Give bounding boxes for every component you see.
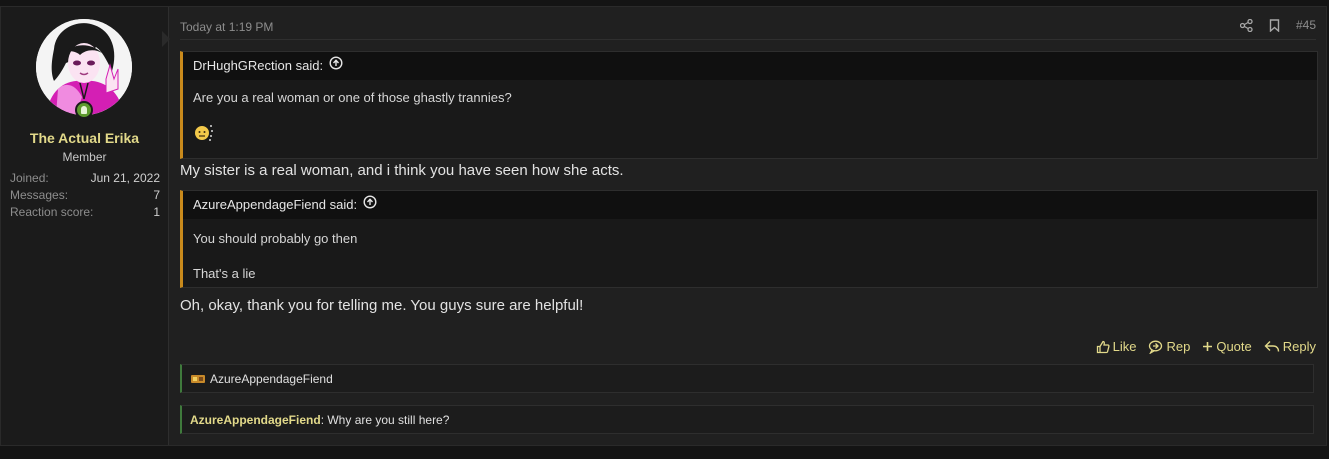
reaction-user-link[interactable]: AzureAppendageFiend [210, 372, 333, 386]
post-action-bar: Like Rep Quote Reply [1096, 339, 1316, 354]
post-container: The Actual Erika Member Joined: Jun 21, … [0, 6, 1327, 446]
quote-author[interactable]: AzureAppendageFiend said: [193, 191, 357, 219]
quote-label: Quote [1216, 339, 1252, 354]
like-button[interactable]: Like [1096, 339, 1137, 354]
ticket-reaction-icon [191, 374, 205, 383]
quote-text: Are you a real woman or one of those gha… [193, 90, 512, 105]
post-date-link[interactable]: Today at 1:19 PM [180, 20, 273, 34]
thumbs-up-icon [1096, 340, 1110, 353]
emoji-sweat-icon [193, 122, 1307, 145]
reply-label: Reply [1282, 339, 1316, 354]
stat-reaction-score: Reaction score: 1 [10, 204, 160, 221]
quote-block: AzureAppendageFiend said: You should pro… [180, 190, 1318, 288]
user-stats: Joined: Jun 21, 2022 Messages: 7 Reactio… [10, 170, 160, 221]
quote-header: DrHughGRection said: [183, 52, 1317, 80]
stat-value: 1 [153, 205, 160, 219]
reply-button[interactable]: Reply [1264, 339, 1316, 354]
user-info-panel: The Actual Erika Member Joined: Jun 21, … [1, 7, 169, 445]
quote-author[interactable]: DrHughGRection said: [193, 52, 323, 80]
divider [180, 39, 1316, 40]
stat-label: Joined: [10, 171, 49, 185]
reaction-bar[interactable]: AzureAppendageFiend [180, 364, 1314, 393]
quote-button[interactable]: Quote [1202, 339, 1252, 354]
post-message-text: Oh, okay, thank you for telling me. You … [180, 297, 584, 314]
reply-icon [1264, 341, 1279, 352]
share-icon[interactable] [1240, 18, 1254, 32]
stat-joined: Joined: Jun 21, 2022 [10, 170, 160, 187]
rep-button[interactable]: Rep [1148, 339, 1190, 354]
quote-jump-icon[interactable] [329, 52, 343, 80]
quote-body: Are you a real woman or one of those gha… [183, 90, 1317, 145]
comment-bar: AzureAppendageFiend: Why are you still h… [180, 405, 1314, 434]
stat-messages: Messages: 7 [10, 187, 160, 204]
quote-block: DrHughGRection said: Are you a real woma… [180, 51, 1318, 159]
comment-text: : Why are you still here? [320, 412, 450, 427]
like-label: Like [1112, 339, 1137, 354]
post-number-link[interactable]: #45 [1296, 18, 1316, 32]
user-title: Member [62, 150, 107, 164]
post-message-text: My sister is a real woman, and i think y… [180, 162, 624, 179]
rep-icon [1149, 340, 1163, 354]
stat-label: Messages: [10, 188, 69, 202]
quote-text: You should probably go then [193, 231, 358, 246]
plus-icon [1203, 342, 1213, 351]
quote-header: AzureAppendageFiend said: [183, 191, 1317, 219]
online-status-icon [75, 101, 93, 119]
quote-jump-icon[interactable] [363, 191, 377, 219]
stat-value: Jun 21, 2022 [90, 171, 160, 185]
quote-text: That's a lie [193, 266, 256, 281]
bookmark-icon[interactable] [1268, 18, 1282, 32]
username-link[interactable]: The Actual Erika [1, 130, 168, 146]
quote-body: You should probably go then That's a lie [183, 231, 1317, 281]
comment-author[interactable]: AzureAppendageFiend [190, 413, 321, 427]
rep-label: Rep [1166, 339, 1191, 354]
page-bottom [0, 451, 1329, 459]
post-main: Today at 1:19 PM #45 DrHughGRection said… [180, 7, 1318, 445]
user-arrow [162, 31, 170, 47]
post-top-actions: #45 [1240, 18, 1316, 32]
stat-label: Reaction score: [10, 205, 94, 219]
stat-value: 7 [153, 188, 160, 202]
